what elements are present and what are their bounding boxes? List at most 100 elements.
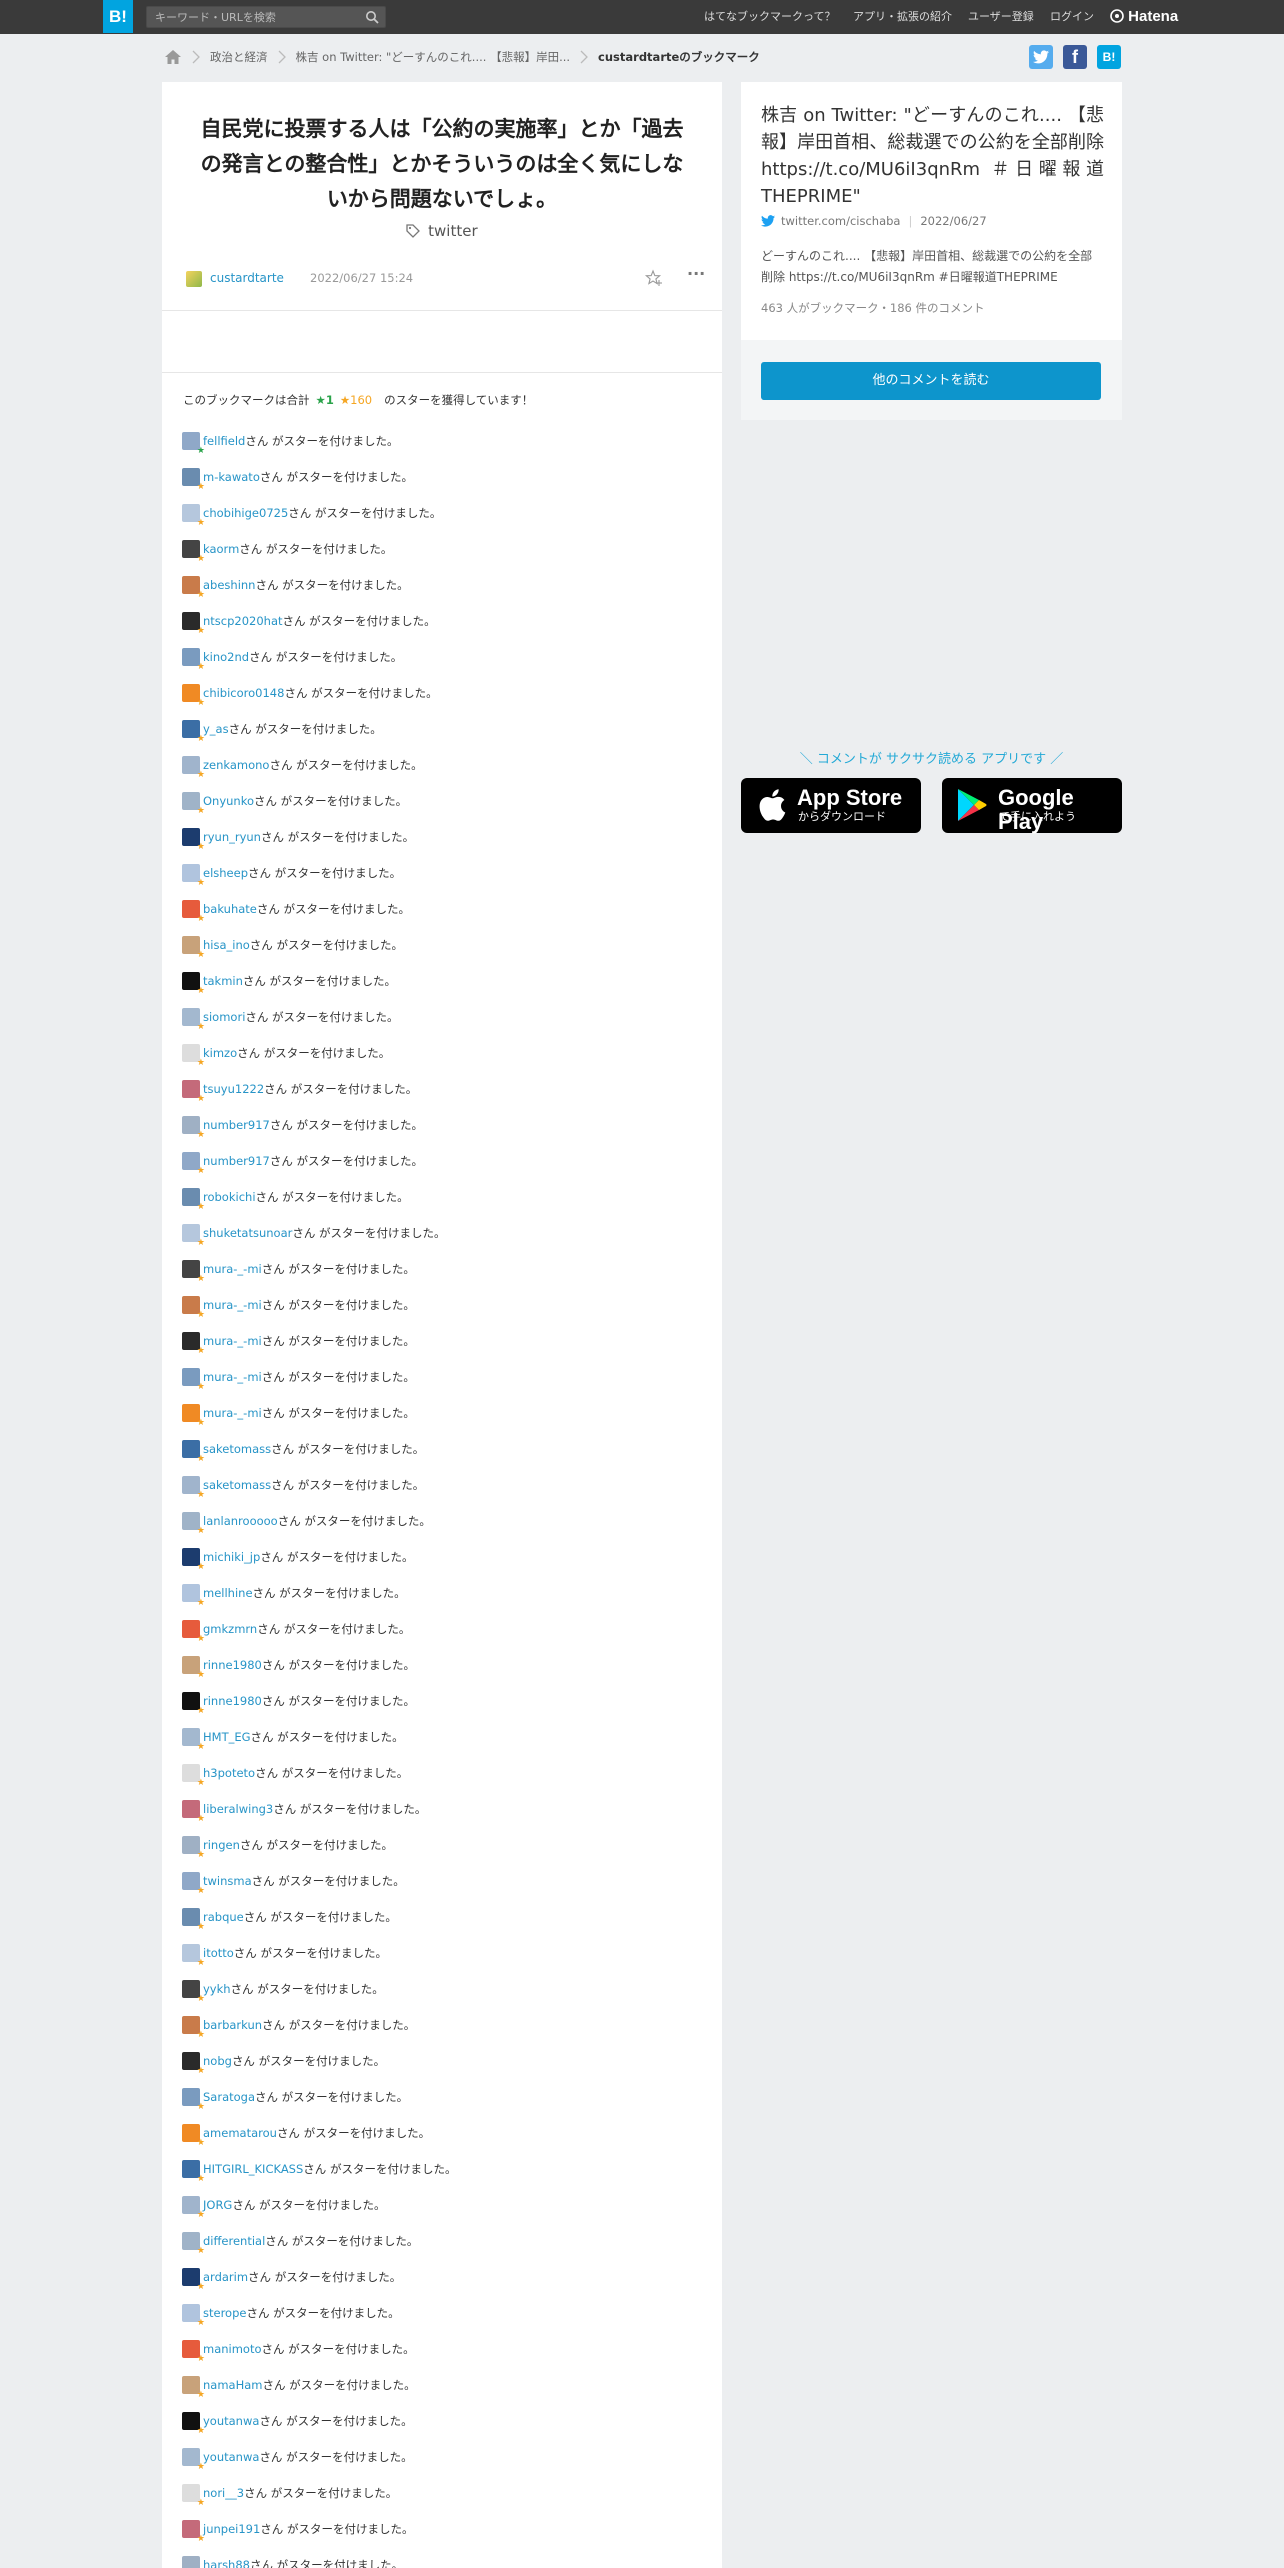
breadcrumb-entry[interactable]: 株吉 on Twitter: "どーすんのこれ.... 【悲報】岸田... [296,49,571,65]
avatar[interactable]: ★ [182,2412,205,2436]
avatar[interactable]: ★ [182,1728,205,1752]
more-menu-icon[interactable]: ··· [687,266,707,286]
avatar[interactable]: ★ [182,540,205,564]
avatar[interactable]: ★ [182,648,205,672]
star-username[interactable]: michiki_jp [203,1550,260,1564]
avatar[interactable]: ★ [182,1044,205,1068]
google-play-button[interactable]: Google Play で手に入れよう [942,778,1122,834]
avatar[interactable]: ★ [182,1404,205,1428]
avatar[interactable]: ★ [182,720,205,744]
star-username[interactable]: saketomass [203,1478,271,1492]
nav-apps[interactable]: アプリ・拡張の紹介 [853,0,952,34]
avatar[interactable]: ★ [182,936,205,960]
star-username[interactable]: chibicoro0148 [203,686,284,700]
avatar[interactable]: ★ [182,1980,205,2004]
share-twitter-button[interactable] [1029,45,1053,69]
star-username[interactable]: shuketatsunoar [203,1226,292,1240]
avatar[interactable]: ★ [182,1080,205,1104]
avatar[interactable]: ★ [182,684,205,708]
avatar[interactable]: ★ [182,1620,205,1644]
share-facebook-button[interactable]: f [1063,45,1087,69]
avatar[interactable]: ★ [182,900,205,924]
star-username[interactable]: itotto [203,1946,234,1960]
star-username[interactable]: rinne1980 [203,1658,262,1672]
avatar[interactable] [186,271,202,287]
entry-domain[interactable]: twitter.com/cischaba [781,214,900,228]
star-username[interactable]: hisa_ino [203,938,250,952]
avatar[interactable]: ★ [182,2160,205,2184]
star-username[interactable]: Onyunko [203,794,254,808]
avatar[interactable]: ★ [182,1440,205,1464]
hatena-brand[interactable]: Hatena [1110,0,1178,34]
bookmark-date[interactable]: 2022/06/27 15:24 [310,271,413,285]
star-username[interactable]: sterope [203,2306,246,2320]
star-username[interactable]: mura-_-mi [203,1262,262,1276]
app-store-button[interactable]: App Store からダウンロード [741,778,921,833]
entry-title[interactable]: 株吉 on Twitter: "どーすんのこれ.... 【悲報】岸田首相、総裁選… [761,102,1104,210]
star-username[interactable]: rabque [203,1910,244,1924]
avatar[interactable]: ★ [182,1296,205,1320]
star-username[interactable]: lanlanrooooo [203,1514,278,1528]
avatar[interactable]: ★ [182,504,205,528]
avatar[interactable]: ★ [182,1152,205,1176]
star-username[interactable]: nori__3 [203,2486,244,2500]
star-username[interactable]: namaHam [203,2378,262,2392]
avatar[interactable]: ★ [182,576,205,600]
avatar[interactable]: ★ [182,1584,205,1608]
star-username[interactable]: manimoto [203,2342,262,2356]
add-star-icon[interactable] [644,268,664,288]
avatar[interactable]: ★ [182,1800,205,1824]
avatar[interactable]: ★ [182,2484,205,2508]
star-username[interactable]: ryun_ryun [203,830,261,844]
avatar[interactable]: ★ [182,2520,205,2544]
avatar[interactable]: ★ [182,1836,205,1860]
star-username[interactable]: robokichi [203,1190,256,1204]
avatar[interactable]: ★ [182,1332,205,1356]
avatar[interactable]: ★ [182,1260,205,1284]
star-username[interactable]: amematarou [203,2126,277,2140]
star-username[interactable]: nobg [203,2054,232,2068]
star-username[interactable]: kaorm [203,542,239,556]
avatar[interactable]: ★ [182,1368,205,1392]
star-username[interactable]: elsheep [203,866,248,880]
star-username[interactable]: harsh88 [203,2558,250,2568]
avatar[interactable]: ★ [182,1548,205,1572]
avatar[interactable]: ★ [182,1692,205,1716]
star-username[interactable]: h3poteto [203,1766,255,1780]
read-comments-button[interactable]: 他のコメントを読む [761,362,1101,400]
avatar[interactable]: ★ [182,1944,205,1968]
avatar[interactable]: ★ [182,1872,205,1896]
avatar[interactable]: ★ [182,1908,205,1932]
search-input[interactable] [147,7,357,27]
star-username[interactable]: takmin [203,974,243,988]
avatar[interactable]: ★ [182,1512,205,1536]
star-username[interactable]: bakuhate [203,902,257,916]
avatar[interactable]: ★ [182,1116,205,1140]
avatar[interactable]: ★ [182,1764,205,1788]
avatar[interactable]: ★ [182,2556,200,2568]
hatena-bookmark-logo[interactable]: B! [103,0,133,33]
star-username[interactable]: mura-_-mi [203,1370,262,1384]
star-username[interactable]: youtanwa [203,2450,259,2464]
star-username[interactable]: gmkzmrn [203,1622,257,1636]
avatar[interactable]: ★ [182,612,205,636]
avatar[interactable]: ★ [182,2052,205,2076]
search-box[interactable] [146,6,386,28]
star-username[interactable]: fellfield [203,434,245,448]
star-username[interactable]: liberalwing3 [203,1802,273,1816]
nav-register[interactable]: ユーザー登録 [968,0,1034,34]
breadcrumb-category[interactable]: 政治と経済 [210,49,268,65]
star-username[interactable]: mura-_-mi [203,1406,262,1420]
star-username[interactable]: HMT_EG [203,1730,251,1744]
avatar[interactable]: ★ [182,2448,205,2472]
star-username[interactable]: abeshinn [203,578,255,592]
star-username[interactable]: y_as [203,722,229,736]
avatar[interactable]: ★ [182,1476,205,1500]
home-icon[interactable] [164,49,182,65]
avatar[interactable]: ★ [182,1656,205,1680]
avatar[interactable]: ★ [182,792,205,816]
avatar[interactable]: ★ [182,1224,205,1248]
avatar[interactable]: ★ [182,432,205,456]
star-username[interactable]: youtanwa [203,2414,259,2428]
avatar[interactable]: ★ [182,2304,205,2328]
